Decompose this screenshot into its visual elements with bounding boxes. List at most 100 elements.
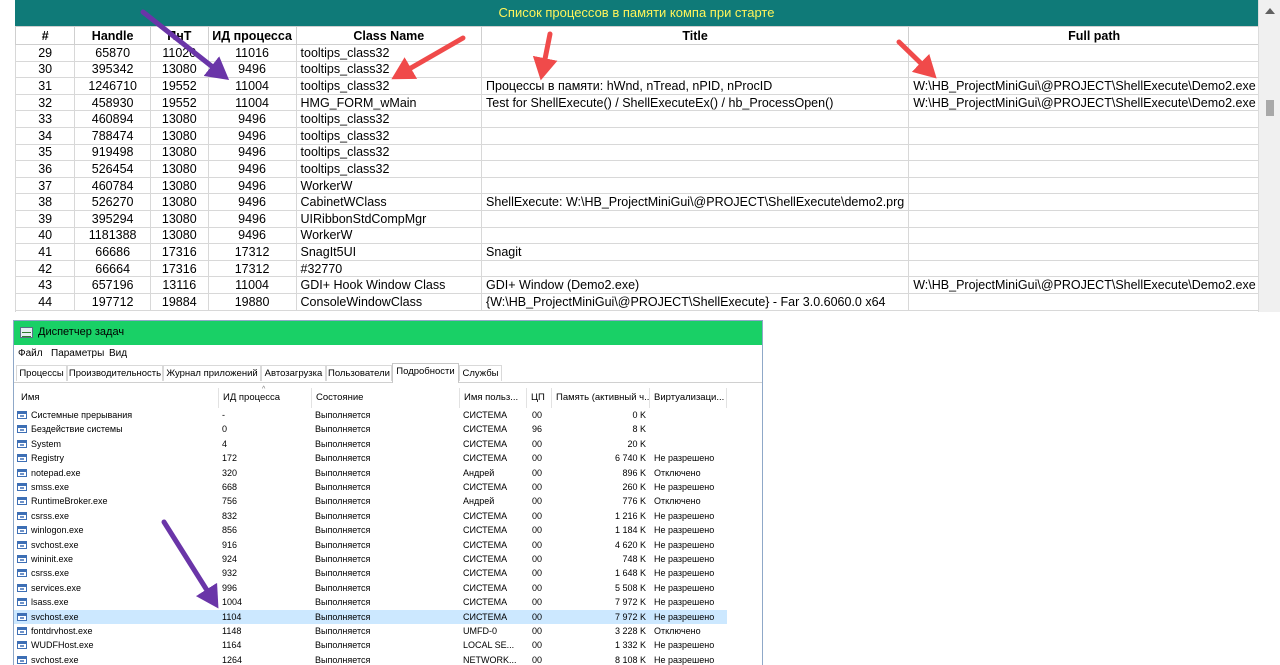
col-pid[interactable]: ИД процесса: [207, 26, 297, 45]
col-handle[interactable]: Handle: [74, 26, 151, 45]
cell-class-name[interactable]: CabinetWClass: [295, 193, 483, 211]
cell-title[interactable]: [481, 60, 910, 79]
cell-full-path[interactable]: [908, 209, 1280, 228]
tab-processes[interactable]: Процессы: [16, 365, 67, 381]
cell-handle[interactable]: 66686: [74, 243, 151, 261]
cell-title[interactable]: GDI+ Window (Demo2.exe): [481, 276, 910, 294]
cell-index[interactable]: 35: [14, 143, 76, 162]
scroll-up-icon[interactable]: [1265, 8, 1275, 14]
cell-title[interactable]: [481, 110, 910, 128]
cell-class-name[interactable]: GDI+ Hook Window Class: [295, 276, 483, 294]
list-item[interactable]: notepad.exe 320 Выполняется Андрей 00 896 K От…: [14, 466, 727, 480]
cell-index[interactable]: 29: [14, 44, 76, 62]
cell-title[interactable]: [481, 143, 910, 162]
cell-handle[interactable]: 1181388: [74, 226, 151, 245]
cell-thread[interactable]: 13080: [149, 226, 209, 245]
cell-thread[interactable]: 13080: [149, 143, 209, 162]
cell-pid[interactable]: 9496: [207, 143, 297, 162]
cell-index[interactable]: 40: [14, 226, 76, 245]
cell-thread[interactable]: 13080: [149, 126, 209, 145]
cell-handle[interactable]: 65870: [74, 44, 151, 62]
cell-index[interactable]: 44: [14, 292, 76, 311]
cell-index[interactable]: 32: [14, 93, 76, 112]
list-item[interactable]: svchost.exe 1104 Выполняется СИСТЕМА 00 7 972…: [14, 609, 727, 624]
cell-pid[interactable]: 9496: [207, 209, 297, 228]
cell-index[interactable]: 34: [14, 126, 76, 145]
tab-details[interactable]: Подробности: [392, 363, 459, 383]
cell-handle[interactable]: 395342: [74, 60, 151, 79]
table-row[interactable]: 31 1246710 19552 11004 tooltips_class32 Проце…: [14, 77, 1280, 95]
cell-thread[interactable]: 17316: [149, 259, 209, 278]
list-item[interactable]: Бездействие системы 0 Выполняется СИСТЕМА 96…: [14, 422, 727, 436]
cell-index[interactable]: 42: [14, 259, 76, 278]
cell-handle[interactable]: 526454: [74, 160, 151, 178]
cell-full-path[interactable]: [908, 126, 1280, 145]
list-item[interactable]: svchost.exe 1264 Выполняется NETWORK... 00 8 …: [14, 653, 727, 665]
cell-title[interactable]: [481, 209, 910, 228]
cell-full-path[interactable]: [908, 259, 1280, 278]
cell-title[interactable]: ShellExecute: W:\HB_ProjectMiniGui\@PROJ…: [481, 193, 910, 211]
cell-pid[interactable]: 9496: [207, 126, 297, 145]
cell-pid[interactable]: 11004: [207, 276, 297, 294]
col-cpu[interactable]: ЦП: [527, 388, 552, 408]
table-row[interactable]: 43 657196 13116 11004 GDI+ Hook Window Class…: [14, 276, 1280, 294]
cell-pid[interactable]: 11004: [207, 93, 297, 112]
cell-thread[interactable]: 19884: [149, 292, 209, 311]
table-row[interactable]: 39 395294 13080 9496 UIRibbonStdCompMgr: [14, 209, 1280, 228]
cell-title[interactable]: [481, 160, 910, 178]
list-item[interactable]: csrss.exe 832 Выполняется СИСТЕМА 00 1 216 K Н…: [14, 509, 727, 523]
list-item[interactable]: lsass.exe 1004 Выполняется СИСТЕМА 00 7 972 K…: [14, 595, 727, 609]
cell-index[interactable]: 38: [14, 193, 76, 211]
cell-class-name[interactable]: tooltips_class32: [295, 110, 483, 128]
tab-users[interactable]: Пользователи: [326, 365, 392, 381]
list-item[interactable]: winlogon.exe 856 Выполняется СИСТЕМА 00 1 184…: [14, 523, 727, 537]
cell-pid[interactable]: 11004: [207, 77, 297, 95]
cell-pid[interactable]: 17312: [207, 259, 297, 278]
list-item[interactable]: Системные прерывания - Выполняется СИСТЕМА 0…: [14, 408, 727, 422]
col-pid[interactable]: ИД процесса: [219, 388, 312, 408]
cell-class-name[interactable]: tooltips_class32: [295, 60, 483, 79]
cell-title[interactable]: [481, 176, 910, 195]
cell-index[interactable]: 41: [14, 243, 76, 261]
table-row[interactable]: 29 65870 11020 11016 tooltips_class32: [14, 44, 1280, 62]
col-virtualization[interactable]: Виртуализаци...: [650, 388, 727, 408]
cell-pid[interactable]: 9496: [207, 60, 297, 79]
table-row[interactable]: 44 197712 19884 19880 ConsoleWindowClass {W:\…: [14, 292, 1280, 311]
cell-handle[interactable]: 197712: [74, 292, 151, 311]
cell-full-path[interactable]: [908, 44, 1280, 62]
cell-thread[interactable]: 13116: [149, 276, 209, 294]
list-item[interactable]: csrss.exe 932 Выполняется СИСТЕМА 00 1 648 K Н…: [14, 566, 727, 580]
cell-index[interactable]: 39: [14, 209, 76, 228]
menu-options[interactable]: Параметры: [51, 348, 104, 359]
process-grid[interactable]: # Handle ПнТ ИД процесса Class Name Title Full…: [14, 26, 1280, 311]
table-row[interactable]: 33 460894 13080 9496 tooltips_class32: [14, 110, 1280, 128]
cell-title[interactable]: [481, 44, 910, 62]
cell-class-name[interactable]: tooltips_class32: [295, 160, 483, 178]
cell-handle[interactable]: 66664: [74, 259, 151, 278]
cell-full-path[interactable]: [908, 176, 1280, 195]
table-row[interactable]: 37 460784 13080 9496 WorkerW: [14, 176, 1280, 195]
cell-full-path[interactable]: [908, 243, 1280, 261]
list-item[interactable]: Registry 172 Выполняется СИСТЕМА 00 6 740 K Не…: [14, 451, 727, 465]
cell-handle[interactable]: 1246710: [74, 77, 151, 95]
col-full-path[interactable]: Full path: [908, 26, 1280, 45]
col-title[interactable]: Title: [481, 26, 910, 45]
cell-handle[interactable]: 657196: [74, 276, 151, 294]
cell-handle[interactable]: 919498: [74, 143, 151, 162]
cell-pid[interactable]: 17312: [207, 243, 297, 261]
cell-full-path[interactable]: [908, 292, 1280, 311]
table-row[interactable]: 40 1181388 13080 9496 WorkerW: [14, 226, 1280, 245]
list-item[interactable]: RuntimeBroker.exe 756 Выполняется Андрей 00 7…: [14, 494, 727, 508]
cell-full-path[interactable]: [908, 160, 1280, 178]
cell-thread[interactable]: 13080: [149, 193, 209, 211]
menu-view[interactable]: Вид: [109, 348, 127, 359]
cell-thread[interactable]: 17316: [149, 243, 209, 261]
cell-class-name[interactable]: ConsoleWindowClass: [295, 292, 483, 311]
cell-class-name[interactable]: HMG_FORM_wMain: [295, 93, 483, 112]
cell-thread[interactable]: 13080: [149, 60, 209, 79]
cell-pid[interactable]: 11016: [207, 44, 297, 62]
list-item[interactable]: svchost.exe 916 Выполняется СИСТЕМА 00 4 620 …: [14, 538, 727, 552]
list-item[interactable]: wininit.exe 924 Выполняется СИСТЕМА 00 748 K Н…: [14, 552, 727, 566]
list-item[interactable]: WUDFHost.exe 1164 Выполняется LOCAL SE... 00…: [14, 638, 727, 652]
tab-performance[interactable]: Производительность: [67, 365, 163, 381]
